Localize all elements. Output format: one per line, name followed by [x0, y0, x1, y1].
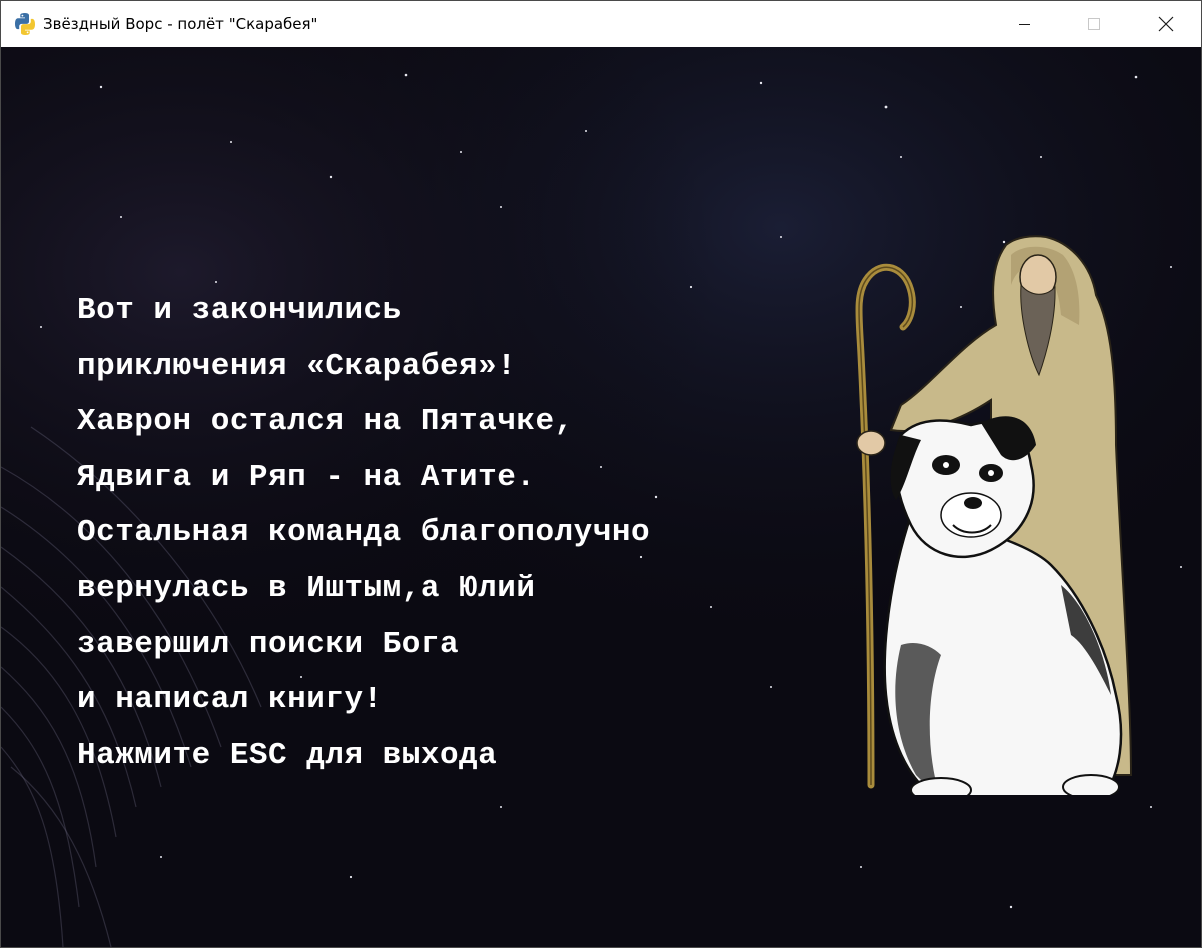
- story-line: вернулась в Иштым,а Юлий: [77, 570, 536, 606]
- minimize-button[interactable]: [1001, 1, 1047, 47]
- maximize-icon: [1088, 18, 1100, 30]
- window-title: Звёздный Ворс - полёт "Скарабея": [43, 15, 318, 33]
- close-button[interactable]: [1143, 1, 1189, 47]
- story-line: Хаврон остался на Пятачке,: [77, 404, 574, 440]
- game-window: Звёздный Ворс - полёт "Скарабея" Вот и з…: [0, 0, 1202, 948]
- title-bar[interactable]: Звёздный Ворс - полёт "Скарабея": [1, 1, 1201, 47]
- story-line: приключения «Скарабея»!: [77, 348, 517, 384]
- story-line: Ядвига и Ряп - на Атите.: [77, 459, 536, 495]
- game-canvas[interactable]: Вот и закончились приключения «Скарабея»…: [1, 47, 1201, 947]
- minimize-icon: [1018, 23, 1030, 25]
- story-line: завершил поиски Бога: [77, 626, 460, 662]
- close-icon: [1158, 16, 1174, 32]
- old-man-and-dog-illustration: [855, 235, 1133, 795]
- hand: [856, 430, 886, 456]
- story-line: Остальная команда благополучно: [77, 515, 651, 551]
- exit-hint: Нажмите ESC для выхода: [77, 737, 498, 773]
- maximize-button[interactable]: [1071, 1, 1117, 47]
- story-line: Вот и закончились: [77, 293, 402, 328]
- story-text: Вот и закончились приключения «Скарабея»…: [77, 283, 650, 783]
- dog-nose: [964, 497, 982, 509]
- story-line: и написал книгу!: [77, 682, 383, 718]
- python-icon: [15, 13, 35, 35]
